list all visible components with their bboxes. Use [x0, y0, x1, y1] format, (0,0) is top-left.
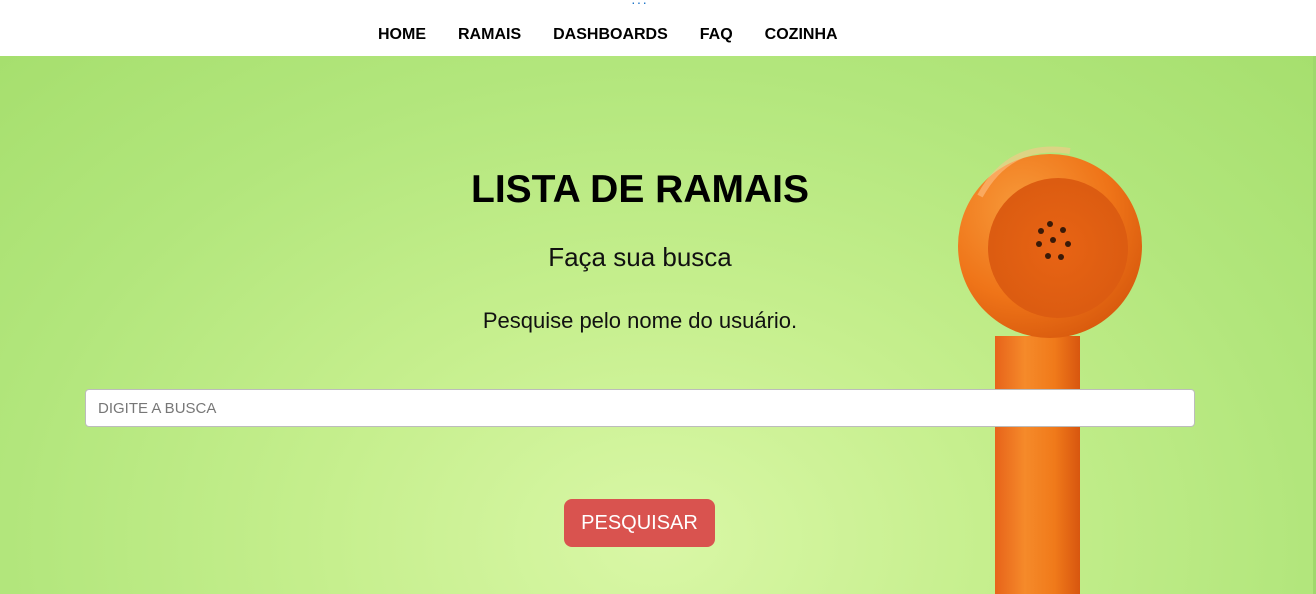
- search-input[interactable]: [85, 389, 1195, 427]
- search-hint: Pesquise pelo nome do usuário.: [482, 308, 798, 333]
- page-title: LISTA DE RAMAIS: [471, 168, 809, 211]
- nav-item-faq[interactable]: FAQ: [684, 22, 749, 48]
- page-subtitle: Faça sua busca: [548, 242, 732, 272]
- more-dots-icon[interactable]: ···: [631, 0, 648, 10]
- top-navbar: ··· HOME RAMAIS DASHBOARDS FAQ COZINHA: [0, 0, 1316, 56]
- nav-item-dashboards[interactable]: DASHBOARDS: [537, 22, 684, 48]
- nav-item-home[interactable]: HOME: [362, 22, 442, 48]
- hero-section: LISTA DE RAMAIS Faça sua busca Pesquise …: [0, 56, 1316, 594]
- search-button[interactable]: PESQUISAR: [564, 499, 715, 547]
- nav-item-ramais[interactable]: RAMAIS: [442, 22, 537, 48]
- main-nav: HOME RAMAIS DASHBOARDS FAQ COZINHA: [362, 22, 854, 48]
- nav-item-cozinha[interactable]: COZINHA: [749, 22, 854, 48]
